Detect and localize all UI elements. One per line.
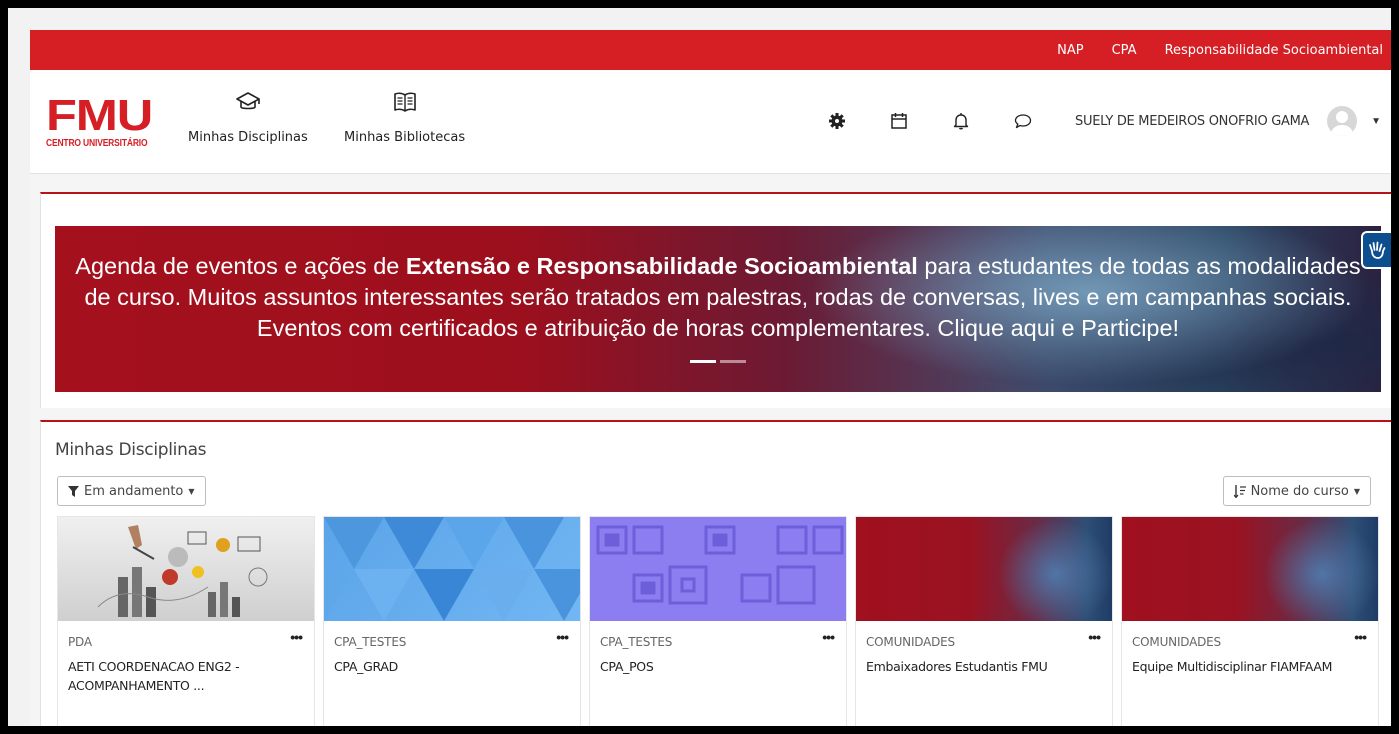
logo-main-text: FMU [46, 91, 153, 140]
banner-text: Agenda de eventos e ações de Extensão e … [55, 251, 1381, 344]
course-image[interactable] [1122, 517, 1378, 621]
nav-item-minhas-disciplinas[interactable]: Minhas Disciplinas [188, 88, 308, 145]
course-card[interactable]: CPA_TESTES CPA_POS ••• [589, 516, 847, 726]
course-card[interactable]: CPA_TESTES CPA_GRAD ••• [323, 516, 581, 726]
courses-card: Minhas Disciplinas Em andamento ▼ Nome d… [40, 420, 1391, 726]
chevron-down-icon: ▼ [1353, 486, 1360, 496]
course-name[interactable]: Embaixadores Estudantis FMU [866, 657, 1102, 676]
section-title: Minhas Disciplinas [55, 440, 207, 460]
nav-item-label: Minhas Disciplinas [188, 130, 308, 145]
chevron-down-icon[interactable]: ▼ [1371, 116, 1381, 127]
chevron-down-icon: ▼ [188, 486, 195, 496]
course-image[interactable] [324, 517, 580, 621]
sort-label: Nome do curso [1250, 483, 1349, 499]
gear-icon[interactable] [827, 111, 847, 131]
bell-icon[interactable] [951, 111, 971, 131]
banner-card: Agenda de eventos e ações de Extensão e … [40, 192, 1391, 408]
carousel-indicators [690, 360, 746, 363]
events-banner[interactable]: Agenda de eventos e ações de Extensão e … [55, 226, 1381, 392]
carousel-indicator-1[interactable] [690, 360, 716, 363]
course-card[interactable]: COMUNIDADES Equipe Multidisciplinar FIAM… [1121, 516, 1379, 726]
graduation-cap-icon [188, 88, 308, 116]
course-name[interactable]: Equipe Multidisciplinar FIAMFAAM [1132, 657, 1368, 676]
book-icon [344, 88, 465, 116]
course-image[interactable] [590, 517, 846, 621]
course-name[interactable]: CPA_GRAD [334, 657, 570, 676]
nap-link[interactable]: NAP [1057, 43, 1083, 58]
browser-viewport: NAP CPA Responsabilidade Socioambiental … [30, 30, 1391, 726]
course-image[interactable] [856, 517, 1112, 621]
course-body: COMUNIDADES Embaixadores Estudantis FMU … [856, 621, 1112, 690]
sort-icon [1233, 484, 1246, 498]
more-options-icon[interactable]: ••• [822, 629, 835, 645]
nav-item-minhas-bibliotecas[interactable]: Minhas Bibliotecas [344, 88, 465, 145]
course-name[interactable]: AETI COORDENACAO ENG2 - ACOMPANHAMENTO .… [68, 657, 304, 695]
sign-language-icon[interactable] [1361, 231, 1391, 269]
cpa-link[interactable]: CPA [1112, 43, 1137, 58]
course-card[interactable]: COMUNIDADES Embaixadores Estudantis FMU … [855, 516, 1113, 726]
nav-right-tools: SUELY DE MEDEIROS ONOFRIO GAMA ▼ [827, 106, 1391, 136]
more-options-icon[interactable]: ••• [290, 629, 303, 645]
more-options-icon[interactable]: ••• [556, 629, 569, 645]
course-category: COMUNIDADES [1132, 635, 1221, 649]
more-options-icon[interactable]: ••• [1088, 629, 1101, 645]
course-name[interactable]: CPA_POS [600, 657, 836, 676]
user-avatar[interactable] [1327, 106, 1358, 136]
screenshot-frame: NAP CPA Responsabilidade Socioambiental … [8, 8, 1391, 726]
logo-sub-text: CENTRO UNIVERSITÁRIO [46, 138, 148, 149]
main-navbar: FMU CENTRO UNIVERSITÁRIO Minhas Discipli… [30, 70, 1391, 174]
course-category: CPA_TESTES [334, 635, 407, 649]
course-list: PDA AETI COORDENACAO ENG2 - ACOMPANHAMEN… [57, 516, 1391, 726]
top-links-bar: NAP CPA Responsabilidade Socioambiental [30, 30, 1391, 70]
course-category: PDA [68, 635, 92, 649]
banner-text-bold: Extensão e Responsabilidade Socioambient… [405, 253, 918, 279]
nav-item-label: Minhas Bibliotecas [344, 130, 466, 145]
course-category: CPA_TESTES [600, 635, 673, 649]
more-options-icon[interactable]: ••• [1354, 629, 1367, 645]
filter-dropdown[interactable]: Em andamento ▼ [57, 476, 206, 506]
course-body: COMUNIDADES Equipe Multidisciplinar FIAM… [1122, 621, 1378, 690]
carousel-indicator-2[interactable] [720, 360, 746, 363]
calendar-icon[interactable] [889, 111, 909, 131]
user-name[interactable]: SUELY DE MEDEIROS ONOFRIO GAMA [1075, 114, 1309, 129]
chat-bubble-icon[interactable] [1013, 111, 1033, 131]
socioambiental-link[interactable]: Responsabilidade Socioambiental [1165, 43, 1383, 58]
course-body: CPA_TESTES CPA_POS ••• [590, 621, 846, 690]
course-body: CPA_TESTES CPA_GRAD ••• [324, 621, 580, 690]
sort-dropdown[interactable]: Nome do curso ▼ [1222, 476, 1371, 506]
fmu-logo[interactable]: FMU CENTRO UNIVERSITÁRIO [46, 94, 166, 150]
course-card[interactable]: PDA AETI COORDENACAO ENG2 - ACOMPANHAMEN… [57, 516, 315, 726]
filter-label: Em andamento [84, 483, 184, 499]
course-body: PDA AETI COORDENACAO ENG2 - ACOMPANHAMEN… [58, 621, 314, 709]
banner-text-start: Agenda de eventos e ações de [75, 253, 406, 279]
filter-icon [68, 485, 79, 497]
course-category: COMUNIDADES [866, 635, 955, 649]
course-image[interactable] [58, 517, 314, 621]
